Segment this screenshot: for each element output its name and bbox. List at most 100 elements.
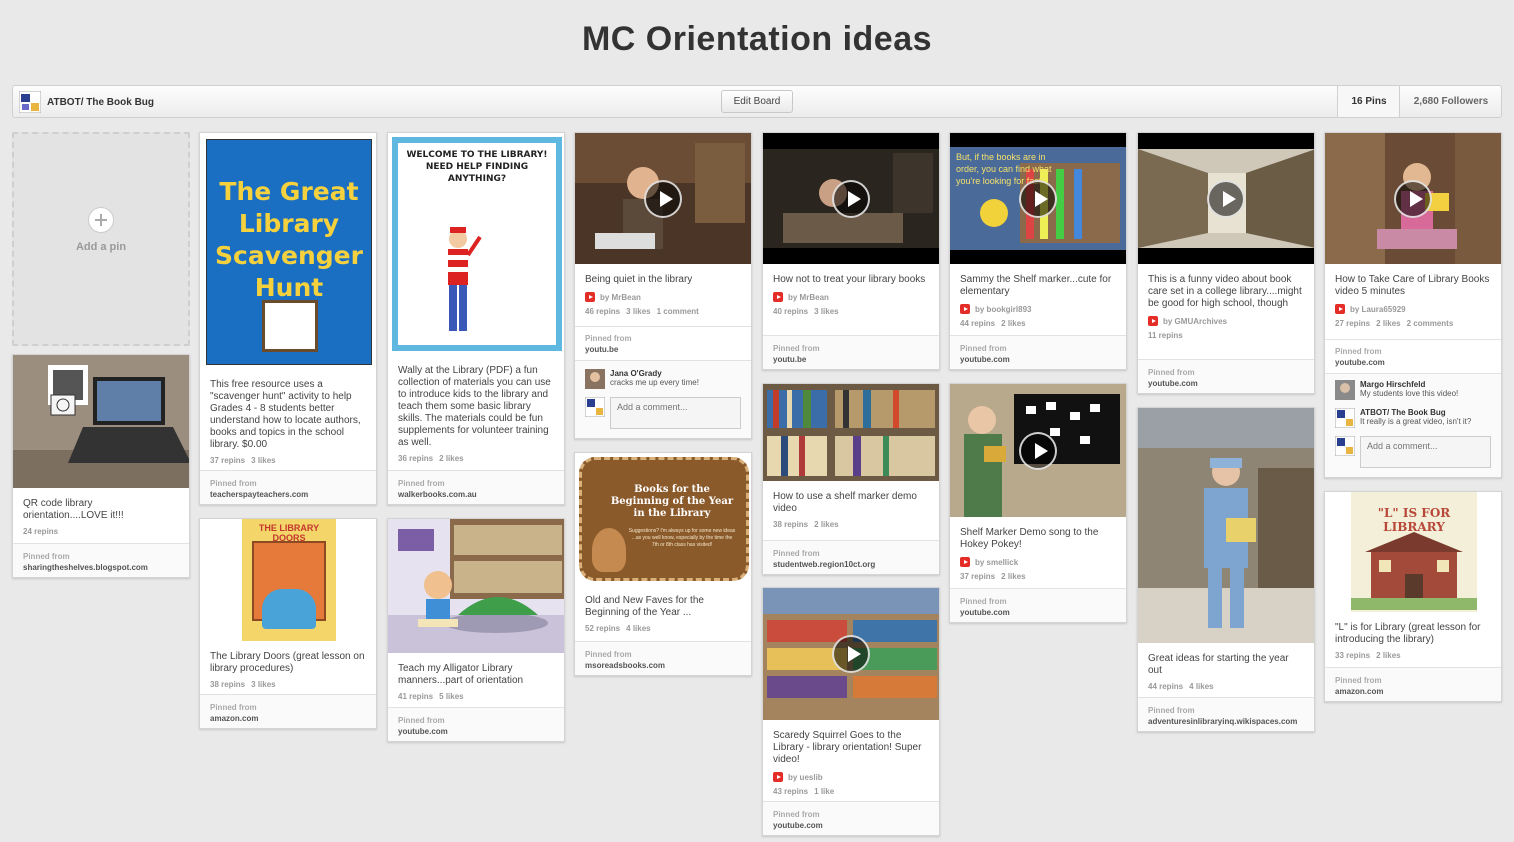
pin-image[interactable]: Books for the Beginning of the Year in t… xyxy=(575,453,751,585)
source-domain[interactable]: msoreadsbooks.com xyxy=(585,661,741,670)
likes-count[interactable]: 2 likes xyxy=(439,454,463,463)
owner-name[interactable]: ATBOT/ The Book Bug xyxy=(47,97,154,108)
video-author[interactable]: by MrBean xyxy=(575,292,751,302)
repins-count[interactable]: 37 repins xyxy=(210,456,245,465)
pin-video-thumbnail[interactable] xyxy=(950,384,1126,517)
source-domain[interactable]: studentweb.region10ct.org xyxy=(773,560,929,569)
commenter-name[interactable]: Margo Hirschfeld xyxy=(1360,380,1458,389)
pin-image[interactable] xyxy=(388,519,564,653)
board-owner[interactable]: ATBOT/ The Book Bug xyxy=(19,90,154,114)
source-domain[interactable]: youtube.com xyxy=(773,821,929,830)
likes-count[interactable]: 3 likes xyxy=(814,307,838,316)
source-domain[interactable]: amazon.com xyxy=(210,714,366,723)
pin-card-books-beginning[interactable]: Books for the Beginning of the Year in t… xyxy=(574,452,752,676)
source-domain[interactable]: youtube.com xyxy=(398,727,554,736)
repins-count[interactable]: 27 repins xyxy=(1335,319,1370,328)
pin-source[interactable]: Pinned from studentweb.region10ct.org xyxy=(763,540,939,574)
author-name[interactable]: by ueslib xyxy=(788,773,823,782)
pin-source[interactable]: Pinned from amazon.com xyxy=(200,694,376,728)
pin-card-starting-year[interactable]: Great ideas for starting the year out 44… xyxy=(1137,407,1315,732)
pin-image[interactable]: "L" IS FOR LIBRARY xyxy=(1325,492,1501,612)
pin-source[interactable]: Pinned from youtu.be xyxy=(763,335,939,369)
pin-source[interactable]: Pinned from youtube.com xyxy=(1325,339,1501,373)
commenter-avatar[interactable] xyxy=(585,369,605,389)
video-author[interactable]: by ueslib xyxy=(763,772,939,782)
pins-count-tab[interactable]: 16 Pins xyxy=(1337,86,1400,117)
likes-count[interactable]: 4 likes xyxy=(626,624,650,633)
likes-count[interactable]: 2 likes xyxy=(1376,319,1400,328)
commenter-name[interactable]: Jana O'Grady xyxy=(610,369,699,378)
repins-count[interactable]: 46 repins xyxy=(585,307,620,316)
source-domain[interactable]: sharingtheshelves.blogspot.com xyxy=(23,563,179,572)
play-icon[interactable] xyxy=(832,179,870,218)
pin-source[interactable]: Pinned from amazon.com xyxy=(1325,667,1501,701)
source-domain[interactable]: youtu.be xyxy=(773,355,929,364)
author-name[interactable]: by MrBean xyxy=(788,293,829,302)
add-pin-button[interactable]: Add a pin xyxy=(12,132,190,346)
commenter-avatar[interactable] xyxy=(1335,408,1355,428)
video-author[interactable]: by smellick xyxy=(950,557,1126,567)
pin-source[interactable]: Pinned from youtube.com xyxy=(1138,359,1314,393)
pin-card-shelf-marker-demo[interactable]: How to use a shelf marker demo video 38 … xyxy=(762,383,940,575)
pin-source[interactable]: Pinned from youtube.com xyxy=(950,335,1126,369)
add-comment-input[interactable] xyxy=(1360,436,1491,468)
likes-count[interactable]: 3 likes xyxy=(251,456,275,465)
pin-card-college-book-care[interactable]: This is a funny video about book care se… xyxy=(1137,132,1315,394)
author-name[interactable]: by Laura65929 xyxy=(1350,305,1406,314)
pin-source[interactable]: Pinned from sharingtheshelves.blogspot.co… xyxy=(13,543,189,577)
source-domain[interactable]: youtube.com xyxy=(960,355,1116,364)
author-name[interactable]: by MrBean xyxy=(600,293,641,302)
pin-card-wally[interactable]: WELCOME TO THE LIBRARY! NEED HELP FINDIN… xyxy=(387,132,565,505)
comments-count[interactable]: 2 comments xyxy=(1407,319,1454,328)
video-author[interactable]: by bookgirl893 xyxy=(950,304,1126,314)
likes-count[interactable]: 3 likes xyxy=(626,307,650,316)
pin-source[interactable]: Pinned from youtu.be xyxy=(575,326,751,360)
pin-card-sammy-shelf-marker[interactable]: But, if the books are in order, you can … xyxy=(949,132,1127,370)
likes-count[interactable]: 2 likes xyxy=(814,520,838,529)
repins-count[interactable]: 37 repins xyxy=(960,572,995,581)
repins-count[interactable]: 11 repins xyxy=(1148,331,1183,340)
source-domain[interactable]: youtu.be xyxy=(585,345,741,354)
repins-count[interactable]: 52 repins xyxy=(585,624,620,633)
repins-count[interactable]: 40 repins xyxy=(773,307,808,316)
commenter-avatar[interactable] xyxy=(1335,380,1355,400)
pin-video-thumbnail[interactable] xyxy=(1138,133,1314,264)
pin-card-qr-code[interactable]: QR code library orientation....LOVE it!!… xyxy=(12,354,190,578)
pin-source[interactable]: Pinned from adventuresinlibraryinq.wikisp… xyxy=(1138,697,1314,731)
play-icon[interactable] xyxy=(1207,179,1245,218)
pin-source[interactable]: Pinned from teacherspayteachers.com xyxy=(200,470,376,504)
pin-video-thumbnail[interactable] xyxy=(1325,133,1501,264)
edit-board-button[interactable]: Edit Board xyxy=(721,90,793,113)
repins-count[interactable]: 38 repins xyxy=(210,680,245,689)
repins-count[interactable]: 24 repins xyxy=(23,527,58,536)
likes-count[interactable]: 2 likes xyxy=(1376,651,1400,660)
repins-count[interactable]: 38 repins xyxy=(773,520,808,529)
likes-count[interactable]: 2 likes xyxy=(1001,572,1025,581)
play-icon[interactable] xyxy=(1394,179,1432,218)
pin-card-being-quiet[interactable]: Being quiet in the library by MrBean 46 … xyxy=(574,132,752,439)
source-domain[interactable]: adventuresinlibraryinq.wikispaces.com xyxy=(1148,717,1304,726)
comments-count[interactable]: 1 comment xyxy=(657,307,699,316)
author-name[interactable]: by bookgirl893 xyxy=(975,305,1031,314)
pin-source[interactable]: Pinned from msoreadsbooks.com xyxy=(575,641,751,675)
source-domain[interactable]: teacherspayteachers.com xyxy=(210,490,366,499)
play-icon[interactable] xyxy=(644,179,682,218)
source-domain[interactable]: youtube.com xyxy=(1148,379,1304,388)
source-domain[interactable]: youtube.com xyxy=(1335,358,1491,367)
video-author[interactable]: by Laura65929 xyxy=(1325,304,1501,314)
pin-image[interactable] xyxy=(13,355,189,488)
pin-source[interactable]: Pinned from youtube.com xyxy=(763,801,939,835)
likes-count[interactable]: 4 likes xyxy=(1189,682,1213,691)
author-name[interactable]: by GMUArchives xyxy=(1163,317,1227,326)
pin-source[interactable]: Pinned from youtube.com xyxy=(388,707,564,741)
pin-source[interactable]: Pinned from walkerbooks.com.au xyxy=(388,470,564,504)
owner-avatar[interactable] xyxy=(19,91,41,113)
likes-count[interactable]: 1 like xyxy=(814,787,834,796)
play-icon[interactable] xyxy=(832,635,870,673)
pin-image[interactable]: WELCOME TO THE LIBRARY! NEED HELP FINDIN… xyxy=(388,133,564,355)
pin-card-library-doors[interactable]: THE LIBRARY DOORS The Library Doors (gre… xyxy=(199,518,377,729)
repins-count[interactable]: 43 repins xyxy=(773,787,808,796)
likes-count[interactable]: 3 likes xyxy=(251,680,275,689)
repins-count[interactable]: 41 repins xyxy=(398,692,433,701)
source-domain[interactable]: walkerbooks.com.au xyxy=(398,490,554,499)
